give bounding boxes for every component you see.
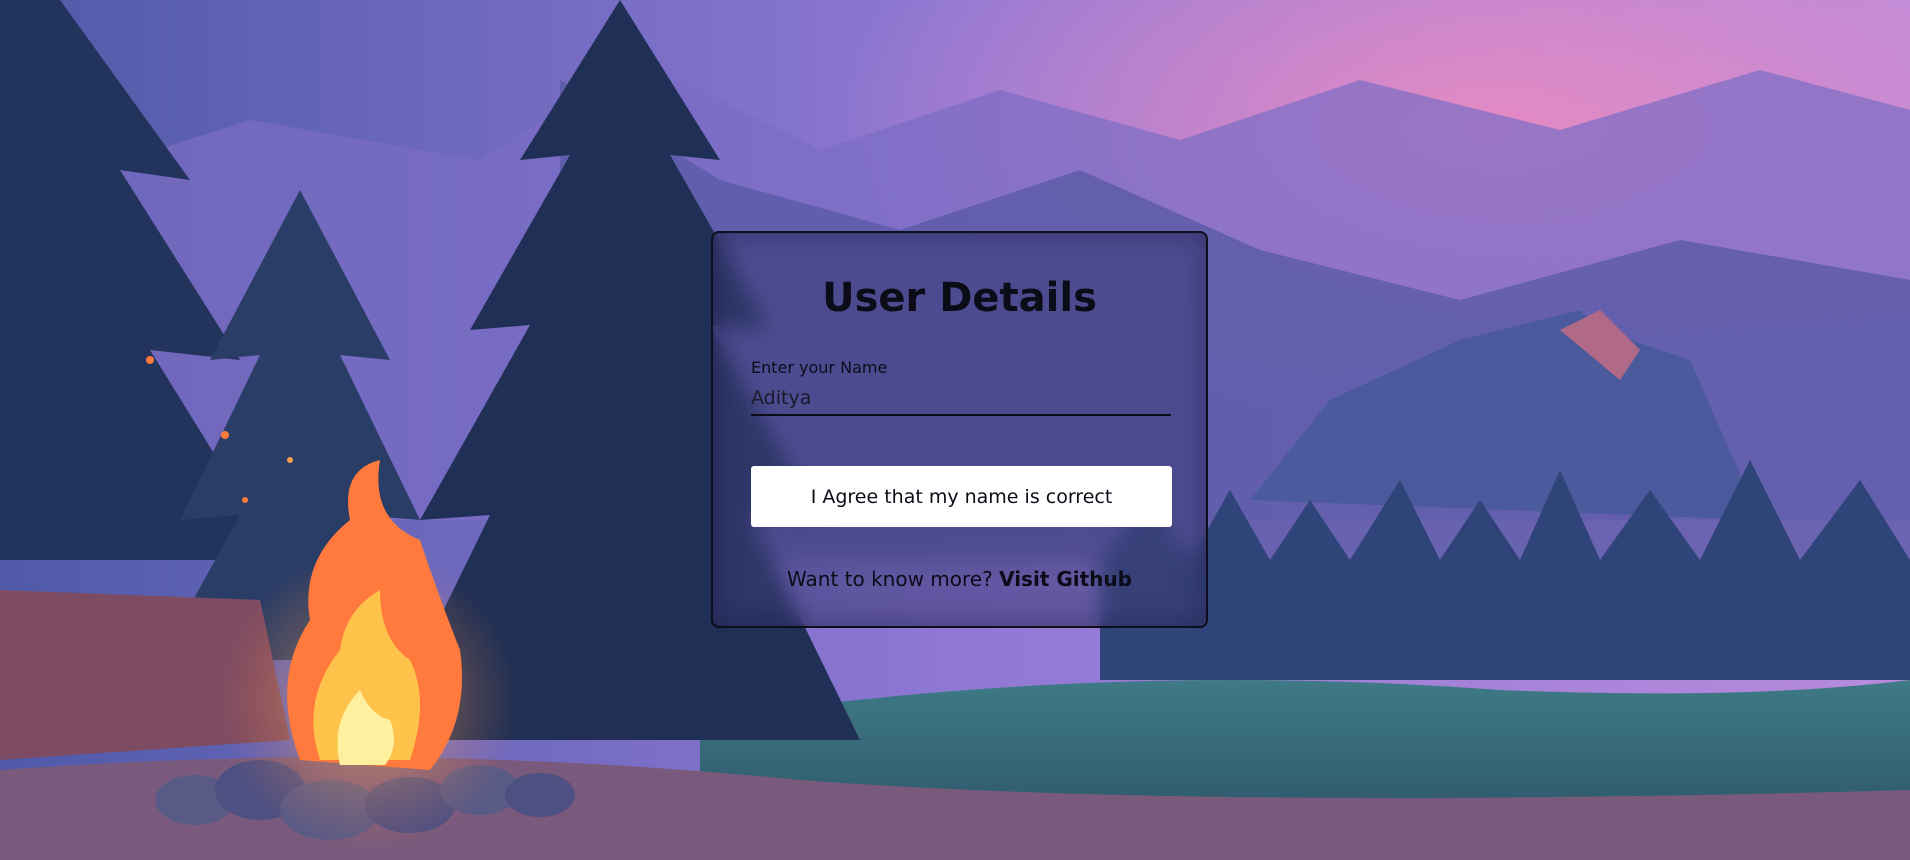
name-field-label: Enter your Name <box>751 358 888 377</box>
name-input[interactable] <box>751 382 1171 416</box>
background-scene: User Details Enter your Name I Agree tha… <box>0 0 1910 860</box>
card-title: User Details <box>822 275 1097 321</box>
more-info-text: Want to know more? <box>787 567 993 591</box>
user-details-card: User Details Enter your Name I Agree tha… <box>711 231 1208 628</box>
github-link[interactable]: Visit Github <box>999 567 1132 591</box>
more-info: Want to know more? Visit Github <box>713 567 1206 591</box>
agree-button[interactable]: I Agree that my name is correct <box>751 466 1172 527</box>
